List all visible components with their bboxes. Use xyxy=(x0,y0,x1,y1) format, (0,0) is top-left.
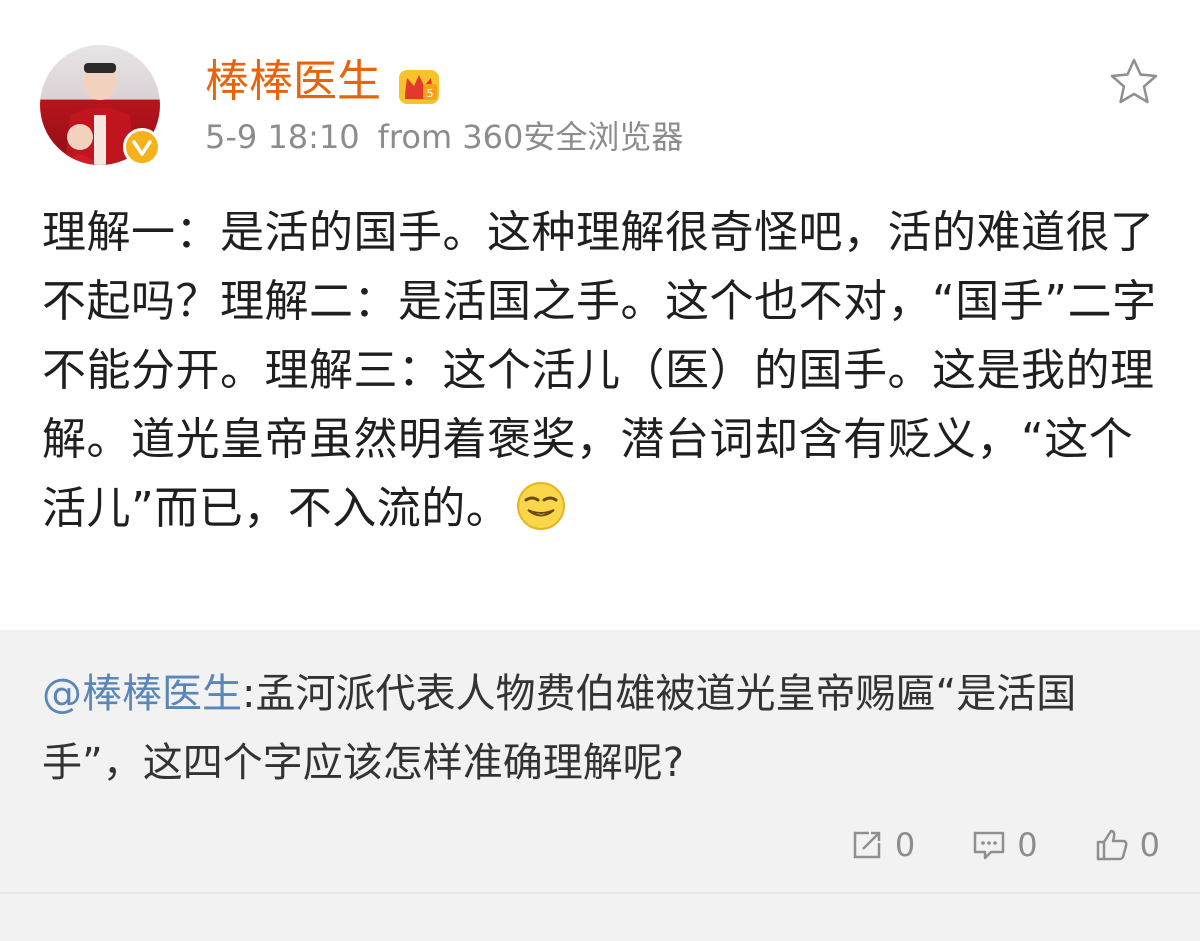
repost-content: @棒棒医生:孟河派代表人物费伯雄被道光皇帝赐匾“是活国手”，这四个字应该怎样准确… xyxy=(42,660,1167,798)
post-source[interactable]: from 360安全浏览器 xyxy=(378,118,684,156)
crown-member-icon[interactable]: 5 xyxy=(397,66,441,106)
verified-badge-icon xyxy=(123,128,161,166)
divider xyxy=(0,892,1200,894)
svg-text:5: 5 xyxy=(427,87,434,100)
post-text: 理解一：是活的国手。这种理解很奇怪吧，活的难道很了不起吗？理解二：是活国之手。这… xyxy=(42,207,1157,534)
repost-section[interactable]: @棒棒医生:孟河派代表人物费伯雄被道光皇帝赐匾“是活国手”，这四个字应该怎样准确… xyxy=(0,630,1200,892)
comment-count: 0 xyxy=(1017,826,1038,864)
smirk-emoji-icon xyxy=(517,482,566,530)
feed-gap xyxy=(0,892,1200,941)
repost-icon xyxy=(853,831,881,859)
post-meta: 5-9 18:10 from 360安全浏览器 xyxy=(205,116,683,158)
post-content: 理解一：是活的国手。这种理解很奇怪吧，活的难道很了不起吗？理解二：是活国之手。这… xyxy=(42,198,1167,543)
repost-mention[interactable]: @棒棒医生 xyxy=(42,671,242,717)
author-name[interactable]: 棒棒医生 xyxy=(205,54,381,110)
repost-button[interactable]: 0 xyxy=(849,826,915,864)
like-button[interactable]: 0 xyxy=(1094,826,1160,864)
like-count: 0 xyxy=(1139,826,1160,864)
post-time: 5-9 18:10 xyxy=(205,118,360,156)
weibo-post: 棒棒医生 5 5-9 18:10 from 360安全浏览器 理解一：是活的国手。… xyxy=(0,0,1200,630)
repost-count: 0 xyxy=(894,826,916,864)
comment-icon xyxy=(974,831,1005,860)
thumbs-up-icon xyxy=(1096,829,1128,861)
action-bar: 0 0 0 xyxy=(793,826,1160,864)
comment-button[interactable]: 0 xyxy=(971,826,1038,864)
star-icon[interactable] xyxy=(1108,56,1160,108)
